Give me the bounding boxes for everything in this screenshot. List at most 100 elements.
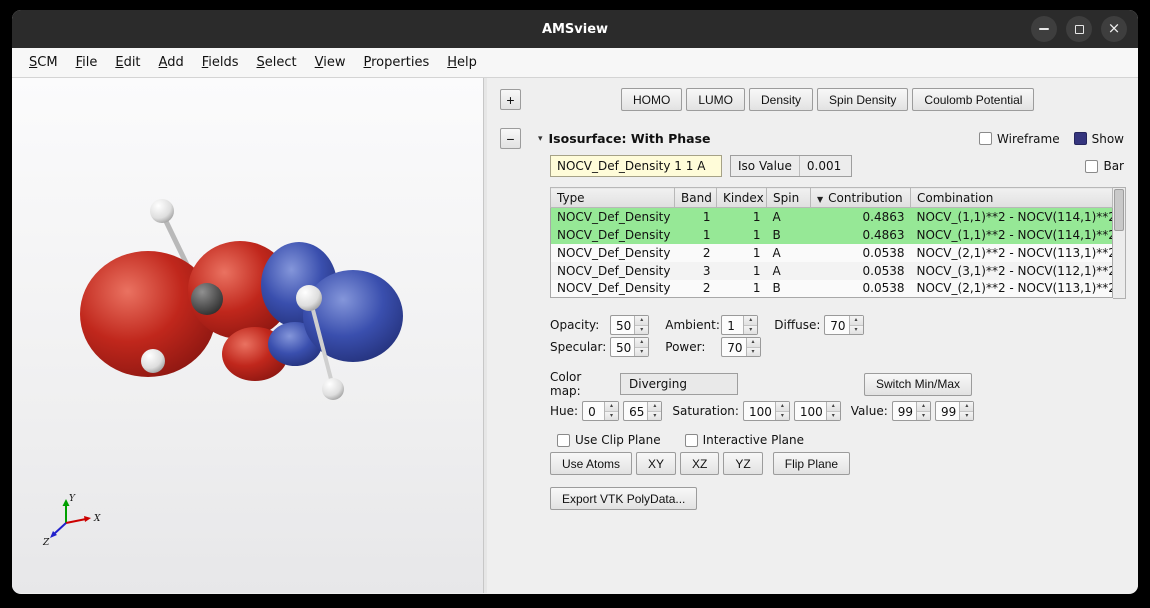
table-row[interactable]: NOCV_Def_Density 1 1 B 0.4863 NOCV_(1,1)… xyxy=(551,226,1113,244)
add-field-button[interactable]: + xyxy=(500,89,521,110)
spinbox-value: 0 xyxy=(583,402,604,420)
spin-up-button[interactable]: ▴ xyxy=(744,316,757,326)
diffuse-spinbox[interactable]: 70 ▴▾ xyxy=(824,315,863,335)
disclosure-triangle-icon[interactable]: ▾ xyxy=(538,134,543,144)
table-row[interactable]: NOCV_Def_Density 3 1 A 0.0538 NOCV_(3,1)… xyxy=(551,262,1113,280)
spin-density-button[interactable]: Spin Density xyxy=(817,88,908,111)
use-atoms-button[interactable]: Use Atoms xyxy=(550,452,632,475)
spin-up-button[interactable]: ▴ xyxy=(850,316,863,326)
spin-up-button[interactable]: ▴ xyxy=(605,402,618,412)
amsview-window: AMSview × SCM File Edit Add Fields Selec… xyxy=(12,10,1138,594)
cell-contribution: 0.4863 xyxy=(811,208,911,226)
menu-properties[interactable]: Properties xyxy=(355,51,439,74)
spinbox-value: 1 xyxy=(722,316,743,334)
lumo-button[interactable]: LUMO xyxy=(686,88,745,111)
menu-view[interactable]: View xyxy=(306,51,355,74)
spin-up-button[interactable]: ▴ xyxy=(635,316,648,326)
field-name-input[interactable]: NOCV_Def_Density 1 1 A xyxy=(550,155,722,177)
remove-field-button[interactable]: − xyxy=(500,128,521,149)
ambient-spinbox[interactable]: 1 ▴▾ xyxy=(721,315,758,335)
col-spin[interactable]: Spin xyxy=(767,188,811,208)
yz-plane-button[interactable]: YZ xyxy=(723,452,762,475)
spin-up-button[interactable]: ▴ xyxy=(827,402,840,412)
col-combination[interactable]: Combination xyxy=(911,188,1113,208)
cell-spin: A xyxy=(767,262,811,280)
saturation-max-spinbox[interactable]: 100 ▴▾ xyxy=(794,401,841,421)
checkbox-icon xyxy=(557,434,570,447)
bar-checkbox[interactable]: Bar xyxy=(1085,159,1124,173)
menu-file[interactable]: File xyxy=(67,51,107,74)
colormap-select[interactable]: Diverging xyxy=(620,373,738,395)
use-clip-plane-checkbox[interactable]: Use Clip Plane xyxy=(557,433,661,447)
switch-minmax-button[interactable]: Switch Min/Max xyxy=(864,373,972,396)
table-row[interactable]: NOCV_Def_Density 2 1 A 0.0538 NOCV_(2,1)… xyxy=(551,244,1113,262)
spin-up-button[interactable]: ▴ xyxy=(917,402,930,412)
value-min-spinbox[interactable]: 99 ▴▾ xyxy=(892,401,931,421)
spin-down-button[interactable]: ▾ xyxy=(827,412,840,421)
spin-up-button[interactable]: ▴ xyxy=(776,402,789,412)
value-max-spinbox[interactable]: 99 ▴▾ xyxy=(935,401,974,421)
opacity-spinbox[interactable]: 50 ▴▾ xyxy=(610,315,649,335)
titlebar[interactable]: AMSview × xyxy=(12,10,1138,48)
spin-up-button[interactable]: ▴ xyxy=(635,338,648,348)
export-vtk-button[interactable]: Export VTK PolyData... xyxy=(550,487,697,510)
col-kindex[interactable]: Kindex xyxy=(717,188,767,208)
wireframe-checkbox[interactable]: Wireframe xyxy=(979,132,1060,146)
table-header-row: Type Band Kindex Spin ▼Contribution Comb… xyxy=(551,188,1113,208)
spin-down-button[interactable]: ▾ xyxy=(605,412,618,421)
flip-plane-button[interactable]: Flip Plane xyxy=(773,452,850,475)
iso-value-input[interactable]: 0.001 xyxy=(799,156,851,176)
power-spinbox[interactable]: 70 ▴▾ xyxy=(721,337,760,357)
col-band[interactable]: Band xyxy=(675,188,717,208)
homo-button[interactable]: HOMO xyxy=(621,88,682,111)
spin-up-button[interactable]: ▴ xyxy=(648,402,661,412)
table-row[interactable]: NOCV_Def_Density 2 1 B 0.0538 NOCV_(2,1)… xyxy=(551,280,1113,298)
maximize-button[interactable] xyxy=(1066,16,1092,42)
scrollbar-thumb[interactable] xyxy=(1114,189,1124,231)
opacity-label: Opacity: xyxy=(550,318,606,332)
hydrogen-atom xyxy=(150,199,174,223)
xz-plane-button[interactable]: XZ xyxy=(680,452,719,475)
iso-value-label: Iso Value xyxy=(731,156,799,176)
specular-spinbox[interactable]: 50 ▴▾ xyxy=(610,337,649,357)
menu-edit[interactable]: Edit xyxy=(106,51,149,74)
spin-up-button[interactable]: ▴ xyxy=(960,402,973,412)
cell-spin: B xyxy=(767,280,811,298)
spin-down-button[interactable]: ▾ xyxy=(776,412,789,421)
spin-down-button[interactable]: ▾ xyxy=(850,326,863,335)
interactive-plane-checkbox[interactable]: Interactive Plane xyxy=(685,433,804,447)
spin-down-button[interactable]: ▾ xyxy=(747,348,760,357)
col-contribution[interactable]: ▼Contribution xyxy=(811,188,911,208)
xy-plane-button[interactable]: XY xyxy=(636,452,676,475)
coulomb-potential-button[interactable]: Coulomb Potential xyxy=(912,88,1034,111)
spin-up-button[interactable]: ▴ xyxy=(747,338,760,348)
hue-min-spinbox[interactable]: 0 ▴▾ xyxy=(582,401,619,421)
spin-down-button[interactable]: ▾ xyxy=(917,412,930,421)
window-title: AMSview xyxy=(542,22,608,37)
spin-down-button[interactable]: ▾ xyxy=(635,326,648,335)
hue-max-spinbox[interactable]: 65 ▴▾ xyxy=(623,401,662,421)
table-scrollbar[interactable] xyxy=(1113,187,1126,299)
spin-down-button[interactable]: ▾ xyxy=(648,412,661,421)
menu-fields[interactable]: Fields xyxy=(193,51,248,74)
z-axis-label: Z xyxy=(42,538,50,548)
spin-down-button[interactable]: ▾ xyxy=(744,326,757,335)
spin-down-button[interactable]: ▾ xyxy=(960,412,973,421)
saturation-min-spinbox[interactable]: 100 ▴▾ xyxy=(743,401,790,421)
spin-down-button[interactable]: ▾ xyxy=(635,348,648,357)
close-button[interactable]: × xyxy=(1101,16,1127,42)
menu-help[interactable]: Help xyxy=(438,51,486,74)
viewport-3d[interactable]: Y X Z xyxy=(12,78,483,593)
menu-scm[interactable]: SCM xyxy=(20,51,67,74)
minimize-button[interactable] xyxy=(1031,16,1057,42)
spinbox-value: 100 xyxy=(795,402,826,420)
show-checkbox[interactable]: Show xyxy=(1074,132,1124,146)
density-button[interactable]: Density xyxy=(749,88,813,111)
cell-kindex: 1 xyxy=(717,262,767,280)
hue-label: Hue: xyxy=(550,404,578,418)
col-type[interactable]: Type xyxy=(551,188,675,208)
table-row[interactable]: NOCV_Def_Density 1 1 A 0.4863 NOCV_(1,1)… xyxy=(551,208,1113,226)
interactive-plane-label: Interactive Plane xyxy=(703,433,804,447)
menu-add[interactable]: Add xyxy=(150,51,193,74)
menu-select[interactable]: Select xyxy=(248,51,306,74)
